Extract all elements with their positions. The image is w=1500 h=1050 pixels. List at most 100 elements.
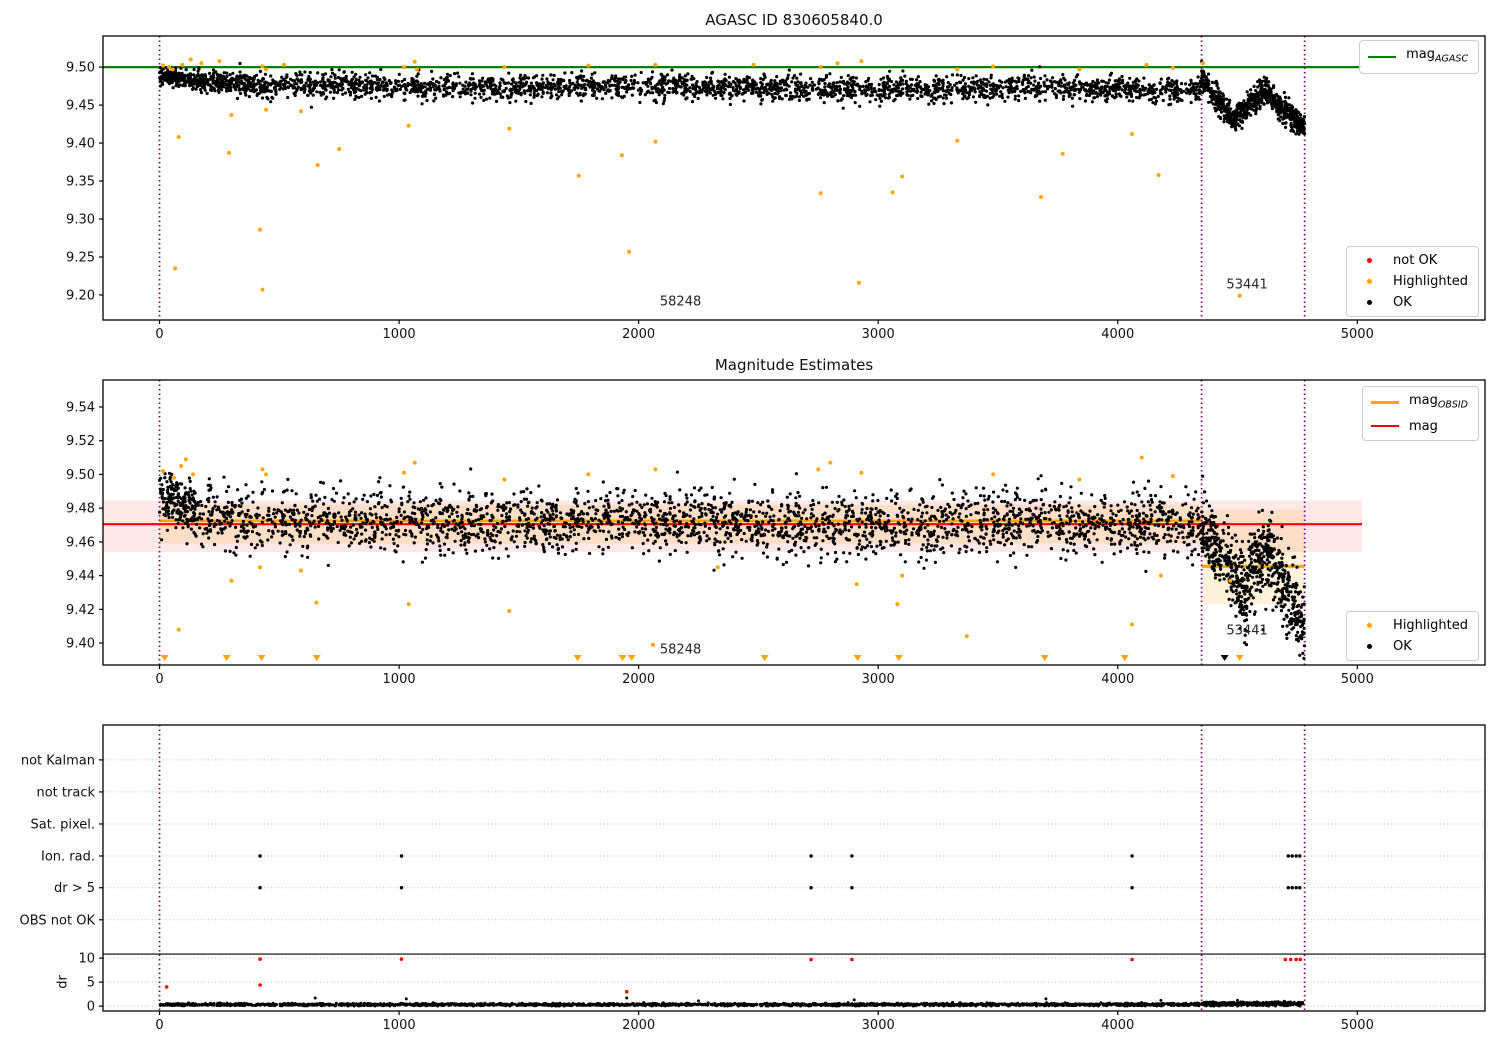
legend-line-sample xyxy=(1370,425,1399,428)
clipped-low-marker xyxy=(760,655,769,661)
axes-frame xyxy=(102,724,1486,1012)
plot1-title: AGASC ID 830605840.0 xyxy=(705,11,883,29)
x-tick-label: 1000 xyxy=(383,1018,416,1033)
y-tick-label: 9.40 xyxy=(66,637,95,652)
y-tick-label: 9.20 xyxy=(66,288,95,303)
legend-line-sample xyxy=(1368,55,1397,58)
legend-label: magOBSID xyxy=(1408,393,1468,411)
x-tick-label: 4000 xyxy=(1101,327,1134,342)
y-tick-label: 9.46 xyxy=(66,535,95,550)
y-tick-label: 9.40 xyxy=(66,137,95,152)
clipped-low-marker xyxy=(312,655,321,661)
dr-axis-label: dr xyxy=(55,975,71,989)
flag-row-label: not track xyxy=(36,785,95,800)
plot2-title: Magnitude Estimates xyxy=(714,356,874,374)
obsid-label-58248-top: 58248 xyxy=(659,294,702,310)
plot-p2: 0 1000 2000 3000 4000 5000 9.54 9.52 9.50 9.48 9.4… xyxy=(66,379,1486,687)
x-tick-label: 2000 xyxy=(622,327,655,342)
x-tick-label: 1000 xyxy=(383,327,416,342)
legend-item: Highlighted xyxy=(1355,617,1468,634)
x-tick-label: 2000 xyxy=(622,1018,655,1033)
legend-item: magAGASC xyxy=(1368,46,1468,68)
plot-p1: 0 1000 2000 3000 4000 5000 9.50 9.45 9.40 9.35 9.3… xyxy=(66,35,1486,342)
flag-points xyxy=(258,854,1302,890)
y-tick-label: 9.48 xyxy=(66,502,95,517)
legend-item: OK xyxy=(1355,638,1468,655)
x-tick-label: 0 xyxy=(155,672,163,687)
legend-label: Highlighted xyxy=(1393,274,1468,289)
obsid-label-58248-mid: 58248 xyxy=(659,642,702,658)
x-tick-label: 4000 xyxy=(1101,1018,1134,1033)
x-tick-label: 5000 xyxy=(1341,327,1374,342)
x-tick-label: 5000 xyxy=(1341,1018,1374,1033)
clipped-low-marker xyxy=(1040,655,1049,661)
legend-label: not OK xyxy=(1393,253,1438,268)
y-tick-label: 9.44 xyxy=(66,569,95,584)
x-tick-label: 4000 xyxy=(1101,672,1134,687)
clipped-low-marker xyxy=(160,655,169,661)
y-tick-label: 9.25 xyxy=(66,250,95,265)
y-tick-label: 9.50 xyxy=(66,468,95,483)
y-tick-label: 9.45 xyxy=(66,99,95,114)
legend-label: mag xyxy=(1408,418,1438,434)
legend-line-sample xyxy=(1370,401,1399,405)
obsid-label-53441-top: 53441 xyxy=(1226,277,1268,293)
flag-row-label: Ion. rad. xyxy=(41,849,95,864)
y-tick-label: 9.30 xyxy=(66,213,95,228)
clipped-low-marker xyxy=(1235,655,1244,661)
clipped-low-marker xyxy=(257,655,266,661)
legend-label: magAGASC xyxy=(1406,47,1468,65)
obsid-label-53441-mid: 53441 xyxy=(1226,623,1268,639)
x-tick-label: 3000 xyxy=(862,672,895,687)
legend-label: Highlighted xyxy=(1393,618,1468,633)
legend-item: not OK xyxy=(1355,252,1468,269)
y-tick-label: 9.42 xyxy=(66,603,95,618)
x-tick-label: 5000 xyxy=(1341,672,1374,687)
ok-points xyxy=(158,59,1307,136)
x-tick-label: 3000 xyxy=(862,1018,895,1033)
clipped-low-marker xyxy=(573,655,582,661)
x-tick-label: 0 xyxy=(155,1018,163,1033)
dr-tick-label: 5 xyxy=(87,976,95,991)
y-tick-label: 9.35 xyxy=(66,175,95,190)
plot-p3: 0 1000 2000 3000 4000 5000 not Kalman not track… xyxy=(20,724,1486,1033)
dr-tick-label: 0 xyxy=(87,1000,95,1015)
figure-canvas: 0 1000 2000 3000 4000 5000 9.50 9.45 9.40 9.35 9.3… xyxy=(0,0,1500,1050)
y-tick-label: 9.52 xyxy=(66,434,95,449)
y-tick-label: 9.50 xyxy=(66,61,95,76)
x-tick-label: 0 xyxy=(155,327,163,342)
legend-point-classes-mid: Highlighted OK xyxy=(1346,611,1479,661)
legend-label: OK xyxy=(1393,639,1412,654)
legend-item: OK xyxy=(1355,294,1468,311)
clipped-low-marker xyxy=(853,655,862,661)
legend-label: OK xyxy=(1393,295,1412,310)
legend-item: mag xyxy=(1370,418,1468,435)
not-ok-points xyxy=(164,957,1303,994)
legend-marker-sample xyxy=(1355,623,1383,628)
clipped-low-marker xyxy=(1120,655,1129,661)
clipped-low-marker xyxy=(627,655,636,661)
legend-marker-sample xyxy=(1355,258,1383,263)
x-tick-label: 1000 xyxy=(383,672,416,687)
dr-points xyxy=(158,996,1305,1008)
legend-point-classes-top: not OK Highlighted OK xyxy=(1346,246,1479,317)
y-tick-label: 9.54 xyxy=(66,400,95,415)
chart-svg: 0 1000 2000 3000 4000 50009.509.459.409.359.3… xyxy=(20,35,1486,1033)
flag-row-label: not Kalman xyxy=(21,753,95,768)
clipped-low-marker-ok xyxy=(1220,655,1229,661)
dr-tick-label: 10 xyxy=(78,952,95,967)
flag-row-label: Sat. pixel. xyxy=(31,817,95,832)
clipped-low-marker xyxy=(618,655,627,661)
legend-marker-sample xyxy=(1355,644,1383,649)
flag-row-label: dr > 5 xyxy=(54,881,95,896)
legend-mag-lines: magOBSID mag xyxy=(1361,386,1479,441)
x-tick-label: 2000 xyxy=(622,672,655,687)
clipped-low-marker xyxy=(222,655,231,661)
legend-marker-sample xyxy=(1355,279,1383,284)
ok-points xyxy=(157,467,1307,660)
legend-mag-agasc: magAGASC xyxy=(1359,40,1479,74)
legend-marker-sample xyxy=(1355,300,1383,305)
x-tick-label: 3000 xyxy=(862,327,895,342)
legend-item: magOBSID xyxy=(1370,392,1468,414)
flag-row-label: OBS not OK xyxy=(20,913,96,928)
